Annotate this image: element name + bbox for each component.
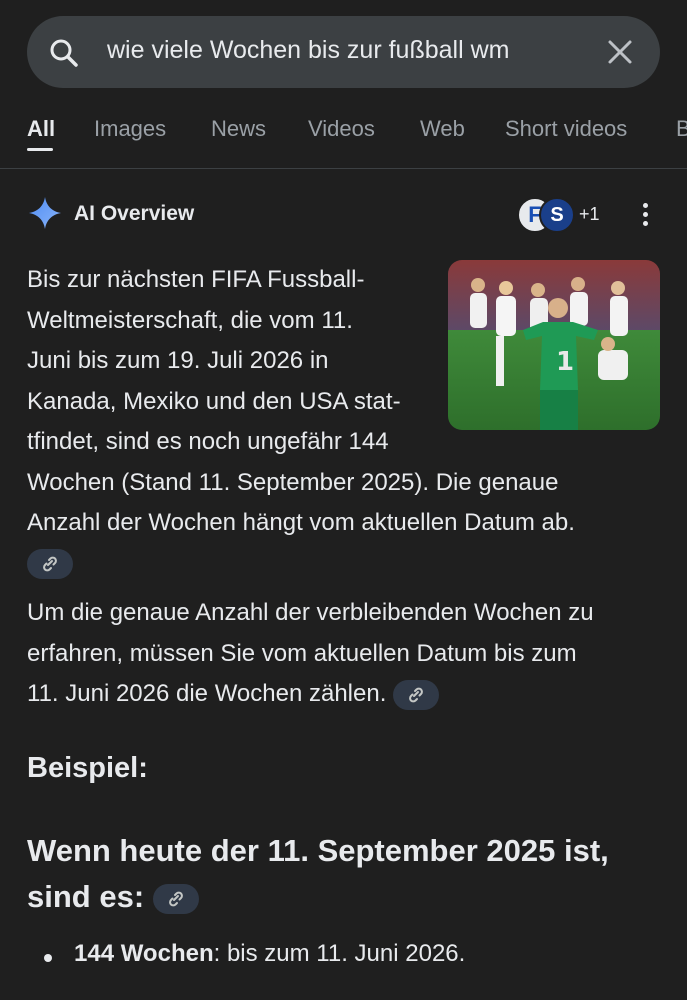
active-tab-indicator (27, 148, 53, 151)
tab-web[interactable]: Web (420, 116, 465, 142)
tab-short-videos[interactable]: Short videos (505, 116, 627, 142)
tab-videos[interactable]: Videos (308, 116, 375, 142)
search-icon[interactable] (49, 38, 79, 68)
ai-overview-header: AI Overview F S +1 (27, 195, 660, 235)
subheading-line: sind es: (27, 879, 145, 914)
link-icon[interactable] (393, 679, 440, 710)
paragraph-line: Wochen (Stand 11. September 2025). Die g… (27, 468, 559, 496)
football-photo[interactable]: 1 (448, 260, 660, 430)
close-icon[interactable] (604, 36, 636, 68)
list-item: 144 Wochen: bis zum 11. Juni 2026. (74, 940, 465, 968)
paragraph-line: erfahren, müssen Sie vom aktuellen Datum… (27, 639, 577, 667)
search-input[interactable]: wie viele Wochen bis zur fußball wm (107, 36, 557, 65)
bullet-bold-text: 144 Wochen (74, 940, 214, 967)
overview-paragraph-1: Bis zur nächsten FIFA Fussball- Weltmeis… (27, 260, 575, 584)
bullet-dot (44, 954, 52, 962)
bullet-text: : bis zum 11. Juni 2026. (213, 940, 466, 967)
search-bar[interactable]: wie viele Wochen bis zur fußball wm (27, 16, 660, 88)
paragraph-line: Bis zur nächsten FIFA Fussball- (27, 266, 365, 293)
subheading-line: Wenn heute der 11. September 2025 ist, (27, 833, 609, 868)
sparkle-icon (29, 197, 61, 229)
more-sources-count: +1 (579, 204, 600, 224)
link-icon[interactable] (152, 883, 199, 914)
tab-more[interactable]: B (676, 116, 687, 142)
tab-all[interactable]: All (27, 116, 55, 142)
example-heading: Beispiel: (27, 752, 148, 784)
tab-news[interactable]: News (211, 116, 266, 142)
paragraph-line: Um die genaue Anzahl der verbleibenden W… (27, 599, 594, 626)
search-tabs: All Images News Videos Web Short videos … (0, 108, 687, 169)
paragraph-line: Anzahl der Wochen hängt vom aktuellen Da… (27, 509, 575, 536)
example-subheading: Wenn heute der 11. September 2025 ist, s… (27, 828, 667, 920)
paragraph-line: Kanada, Mexiko und den USA stat- (27, 387, 401, 415)
source-avatar-s: S (539, 197, 575, 233)
overview-paragraph-2: Um die genaue Anzahl der verbleibenden W… (27, 593, 667, 715)
more-options-icon[interactable] (637, 199, 653, 229)
paragraph-line: 11. Juni 2026 die Wochen zählen. (27, 680, 387, 707)
paragraph-line: tfindet, sind es noch ungefähr 144 (27, 428, 389, 455)
svg-text:1: 1 (556, 347, 574, 377)
tab-images[interactable]: Images (94, 116, 166, 142)
source-avatars[interactable]: F S +1 (517, 197, 607, 233)
football-photo-graphic: 1 (448, 260, 660, 430)
link-icon[interactable] (27, 549, 73, 580)
ai-overview-title: AI Overview (74, 202, 195, 225)
paragraph-line: Weltmeisterschaft, die vom 11. (27, 306, 353, 334)
paragraph-line: Juni bis zum 19. Juli 2026 in (27, 347, 329, 374)
